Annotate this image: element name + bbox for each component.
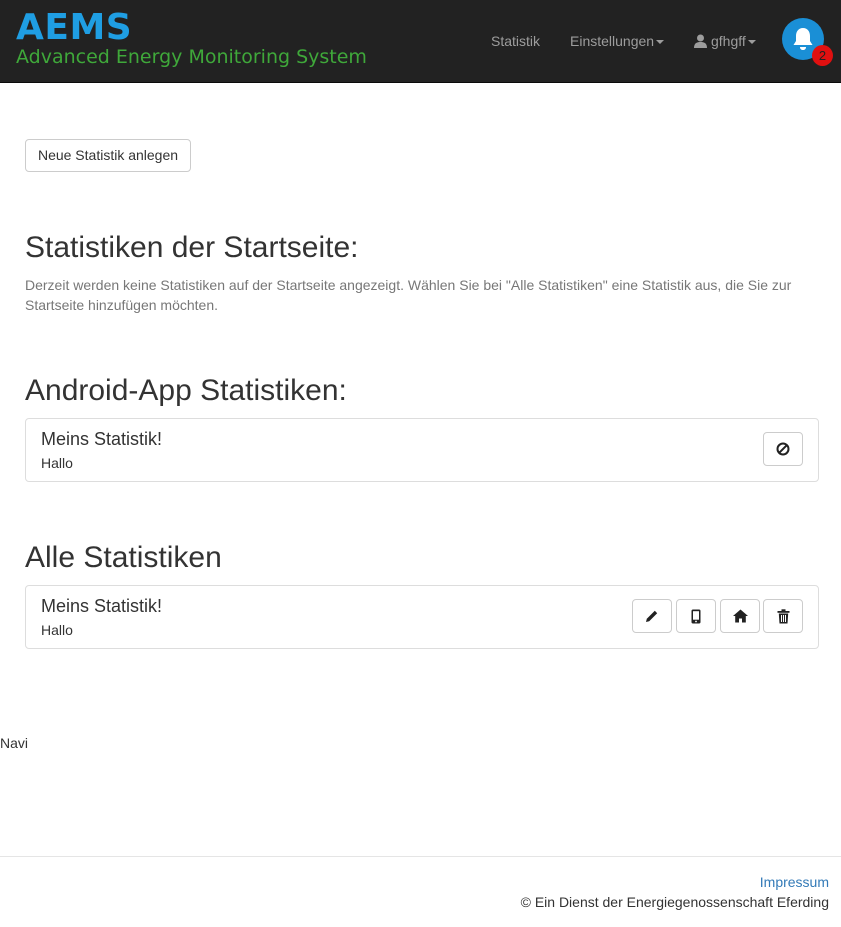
- remove-from-app-button[interactable]: [763, 432, 803, 466]
- delete-statistic-button[interactable]: [763, 599, 803, 633]
- user-icon: [694, 34, 707, 48]
- brand-title[interactable]: AEMS: [16, 8, 132, 48]
- statistic-description: Hallo: [41, 455, 73, 471]
- startpage-heading: Statistiken der Startseite:: [25, 231, 359, 264]
- bell-icon: [793, 28, 813, 50]
- android-statistic-item: Meins Statistik! Hallo: [25, 418, 819, 482]
- new-statistic-button[interactable]: Neue Statistik anlegen: [25, 139, 191, 172]
- pencil-icon: [646, 610, 658, 622]
- nav-statistik[interactable]: Statistik: [491, 31, 540, 51]
- footer-divider: [0, 856, 841, 857]
- add-to-startpage-button[interactable]: [720, 599, 760, 633]
- statistic-title: Meins Statistik!: [41, 429, 163, 449]
- nav-einstellungen-label: Einstellungen: [570, 33, 655, 49]
- home-icon: [732, 609, 748, 623]
- copyright-text: © Ein Dienst der Energiegenossenschaft E…: [520, 894, 829, 910]
- statistic-item: Meins Statistik! Hallo: [25, 585, 819, 649]
- startpage-help-text: Derzeit werden keine Statistiken auf der…: [25, 277, 792, 313]
- navi-text: Navi: [0, 735, 29, 751]
- caret-down-icon: [656, 40, 665, 45]
- edit-statistic-button[interactable]: [632, 599, 672, 633]
- all-statistics-heading: Alle Statistiken: [25, 541, 222, 574]
- ban-icon: [776, 442, 790, 456]
- nav-statistik-label: Statistik: [491, 33, 541, 49]
- brand-subtitle[interactable]: Advanced Energy Monitoring System: [16, 46, 367, 68]
- nav-user-label: gfhgff: [711, 33, 746, 49]
- mobile-icon: [691, 609, 701, 623]
- add-to-app-button[interactable]: [676, 599, 716, 633]
- caret-down-icon: [747, 40, 756, 45]
- statistic-title: Meins Statistik!: [41, 596, 163, 616]
- android-heading: Android-App Statistiken:: [25, 374, 347, 407]
- impressum-link[interactable]: Impressum: [760, 873, 829, 891]
- nav-user-dropdown[interactable]: gfhgff: [694, 31, 756, 51]
- top-navbar: AEMS Advanced Energy Monitoring System S…: [0, 0, 841, 83]
- trash-icon: [777, 608, 789, 623]
- statistic-description: Hallo: [41, 622, 73, 638]
- notification-count-badge: 2: [812, 45, 833, 66]
- nav-einstellungen-dropdown[interactable]: Einstellungen: [570, 31, 665, 51]
